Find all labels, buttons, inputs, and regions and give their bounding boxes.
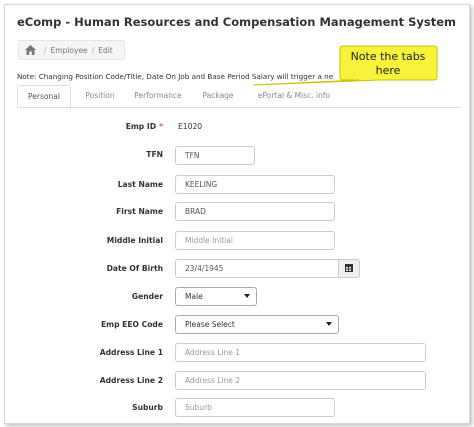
app-window: eComp - Human Resources and Compensation… <box>4 4 470 424</box>
address2-label: Address Line 2 <box>99 376 163 385</box>
suburb-label: Suburb <box>132 403 163 412</box>
dob-label: Date Of Birth <box>106 264 163 273</box>
tab-position[interactable]: Position <box>75 85 125 107</box>
row-address-1: Address Line 1 Address Line 1 <box>5 343 469 363</box>
home-icon[interactable] <box>25 45 36 55</box>
tab-performance[interactable]: Performance <box>127 85 189 107</box>
middle-initial-input[interactable]: Middle Initial <box>175 231 335 250</box>
required-marker: * <box>159 122 163 131</box>
gender-label: Gender <box>131 292 163 301</box>
row-first-name: First Name BRAD <box>5 202 469 222</box>
row-middle-initial: Middle Initial Middle Initial <box>5 231 469 251</box>
row-suburb: Suburb Suburb <box>5 398 469 418</box>
row-date-of-birth: Date Of Birth 23/4/1945 <box>5 259 469 279</box>
breadcrumb-employee[interactable]: Employee <box>51 46 88 55</box>
tab-eportal-misc[interactable]: ePortal & Misc. info <box>249 85 339 107</box>
emp-id-value: E1020 <box>178 122 203 131</box>
eeo-label: Emp EEO Code <box>100 320 163 329</box>
warning-note: Note: Changing Position Code/Title, Date… <box>17 72 334 81</box>
tfn-input[interactable]: TFN <box>175 146 255 165</box>
row-tfn: TFN TFN <box>5 145 469 165</box>
breadcrumb-separator: / <box>91 45 95 55</box>
last-name-input[interactable]: KEELING <box>175 175 335 194</box>
emp-id-label-text: Emp ID <box>125 122 157 131</box>
tab-personal[interactable]: Personal <box>17 85 71 107</box>
first-name-input[interactable]: BRAD <box>175 202 335 221</box>
address1-input[interactable]: Address Line 1 <box>175 343 426 362</box>
eeo-selected: Please Select <box>185 320 235 329</box>
tfn-label: TFN <box>146 150 163 159</box>
chevron-down-icon <box>326 322 332 326</box>
callout-line: Note the tabs <box>350 50 426 63</box>
tab-bar: Personal Position Performance Package eP… <box>17 85 461 108</box>
callout-line: here <box>375 64 401 77</box>
dob-input[interactable]: 23/4/1945 <box>175 259 339 278</box>
eeo-select[interactable]: Please Select <box>175 315 339 334</box>
breadcrumb-separator: / <box>44 45 47 55</box>
suburb-input[interactable]: Suburb <box>175 398 335 417</box>
row-last-name: Last Name KEELING <box>5 175 469 195</box>
first-name-label: First Name <box>116 207 163 216</box>
middle-initial-label: Middle Initial <box>106 236 163 245</box>
emp-id-label: Emp ID * <box>126 117 163 137</box>
breadcrumb-edit: Edit <box>98 45 113 55</box>
chevron-down-icon <box>244 294 250 298</box>
page-title: eComp - Human Resources and Compensation… <box>17 15 457 29</box>
gender-selected: Male <box>185 292 203 301</box>
calendar-icon <box>345 264 353 272</box>
address2-input[interactable]: Address Line 2 <box>175 371 426 390</box>
breadcrumb: / Employee / Edit <box>18 40 125 60</box>
row-eeo-code: Emp EEO Code Please Select <box>5 315 469 335</box>
gender-select[interactable]: Male <box>175 287 257 306</box>
calendar-button[interactable] <box>338 259 360 278</box>
callout-text: Note the tabs here <box>341 50 435 78</box>
last-name-label: Last Name <box>117 180 163 189</box>
row-gender: Gender Male <box>5 287 469 307</box>
address1-label: Address Line 1 <box>99 348 163 357</box>
row-emp-id: Emp ID * E1020 <box>5 117 469 137</box>
row-address-2: Address Line 2 Address Line 2 <box>5 371 469 391</box>
tab-package[interactable]: Package <box>195 85 241 107</box>
